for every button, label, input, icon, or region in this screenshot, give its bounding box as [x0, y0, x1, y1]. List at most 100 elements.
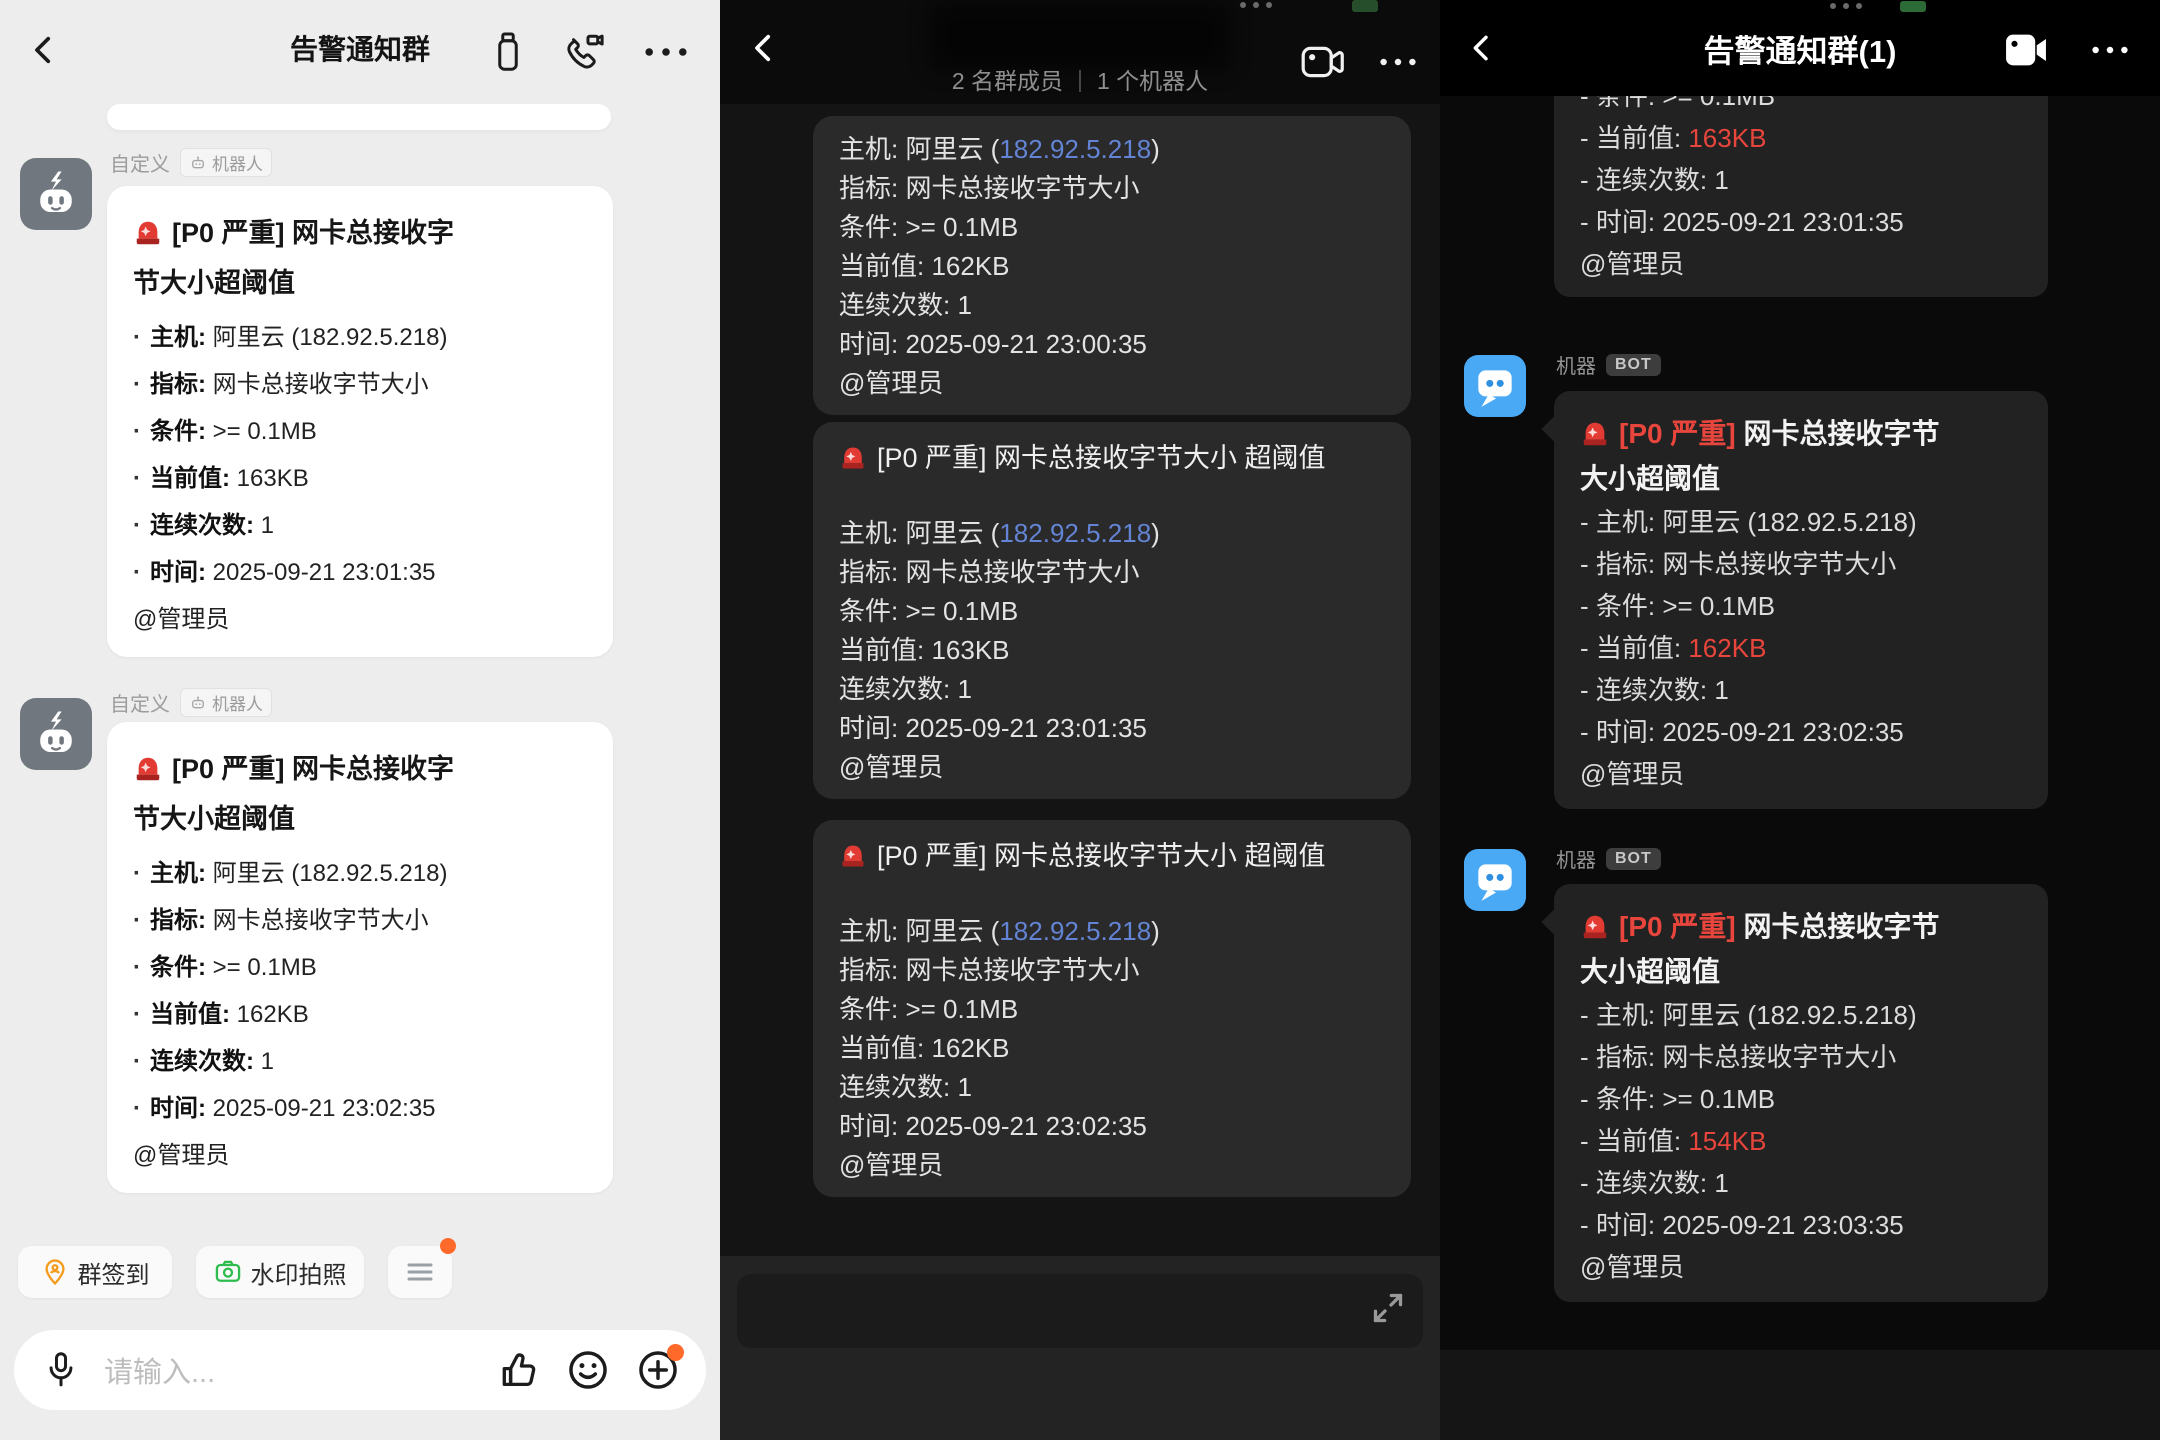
field-count: 连续次数: 1 — [839, 670, 1385, 709]
message-input[interactable] — [737, 1274, 1423, 1348]
more-button[interactable] — [2082, 42, 2138, 58]
location-pin-icon — [41, 1258, 69, 1286]
member-count: 2 名群成员 — [952, 62, 1063, 96]
alert-title: [P0 严重] 网卡总接收字节 — [1580, 904, 2022, 949]
expand-input-button[interactable] — [1368, 1288, 1408, 1328]
sender-row: 自定义 机器人 — [110, 148, 272, 177]
alert-title: [P0 严重] 网卡总接收字节 — [1580, 411, 2022, 456]
chat-header: 告警通知群 — [0, 0, 720, 96]
more-button[interactable] — [638, 40, 694, 64]
alert-message-card: [P0 严重] 网卡总接收字 节大小超阈值 ·主机: 阿里云 (182.92.5… — [107, 186, 613, 657]
field-condition: - 条件: >= 0.1MB — [1580, 585, 2022, 627]
chevron-left-icon — [747, 31, 781, 65]
mention[interactable]: @管理员 — [1580, 753, 2022, 795]
bot-badge: BOT — [1606, 354, 1661, 376]
field-count: ·连续次数: 1 — [133, 1038, 587, 1085]
three-chat-screenshots: 告警通知群 自定义 机器人 — [0, 0, 2160, 1440]
siren-icon — [839, 444, 867, 472]
plus-button[interactable] — [636, 1348, 680, 1392]
field-count: - 连续次数: 1 — [1580, 1162, 2022, 1204]
chevron-left-icon — [27, 33, 61, 67]
field-metric: ·指标: 网卡总接收字节大小 — [133, 361, 587, 408]
field-current-value: - 当前值: 162KB — [1580, 627, 2022, 669]
back-button[interactable] — [1462, 28, 1502, 68]
mention[interactable]: @管理员 — [839, 1146, 1385, 1185]
alert-message-card: [P0 严重] 网卡总接收字节 大小超阈值 - 主机: 阿里云 (182.92.… — [1554, 884, 2048, 1302]
chevron-left-icon — [1466, 32, 1498, 64]
expand-icon — [1368, 1288, 1408, 1328]
field-count: 连续次数: 1 — [839, 286, 1385, 325]
field-host: - 主机: 阿里云 (182.92.5.218) — [1580, 994, 2022, 1036]
mention[interactable]: @管理员 — [133, 1132, 587, 1179]
field-condition: - 条件: >= 0.1MB — [1580, 1078, 2022, 1120]
ellipsis-icon — [642, 45, 690, 59]
right-chat-panel: - 条件: >= 0.1MB - 当前值: 163KB - 连续次数: 1 - … — [1440, 0, 2160, 1440]
bot-badge: 机器人 — [180, 688, 272, 717]
composer-area: @ Aa — [720, 1256, 1440, 1440]
bot-avatar[interactable] — [20, 158, 92, 230]
siren-icon — [1580, 912, 1610, 942]
ip-link[interactable]: 182.92.5.218 — [999, 518, 1151, 548]
middle-chat-panel: 2 名群成员 | 1 个机器人 主机: 阿里云 (182.92.5.218) 指… — [720, 0, 1440, 1440]
field-count: - 连续次数: 1 — [1580, 669, 2022, 711]
back-button[interactable] — [744, 28, 784, 68]
chat-header: 2 名群成员 | 1 个机器人 — [720, 0, 1440, 104]
alert-title: [P0 严重] 网卡总接收字节大小 超阈值 — [839, 436, 1385, 480]
video-call-button[interactable] — [1298, 40, 1350, 84]
bot-avatar[interactable] — [1464, 849, 1526, 911]
chat-bubble-icon — [1470, 855, 1520, 905]
watermark-photo-pill[interactable]: 水印拍照 — [196, 1246, 364, 1298]
sender-name: 自定义 — [110, 148, 170, 177]
sender-name: 机器 — [1556, 350, 1596, 379]
field-time: - 时间: 2025-09-21 23:01:35 — [1580, 201, 2022, 243]
bot-avatar[interactable] — [1464, 355, 1526, 417]
video-call-button[interactable] — [2000, 30, 2052, 70]
alert-message-card: [P0 严重] 网卡总接收字节大小 超阈值 主机: 阿里云 (182.92.5.… — [813, 422, 1411, 799]
robot-badge-icon — [189, 154, 207, 172]
mention[interactable]: @管理员 — [1580, 243, 2022, 285]
field-metric: 指标: 网卡总接收字节大小 — [839, 553, 1385, 592]
field-host: ·主机: 阿里云 (182.92.5.218) — [133, 850, 587, 897]
ip-link[interactable]: 182.92.5.218 — [999, 916, 1151, 946]
mention[interactable]: @管理员 — [839, 748, 1385, 787]
ip-link[interactable]: 182.92.5.218 — [999, 134, 1151, 164]
previous-message-card-partial — [107, 104, 611, 130]
group-checkin-pill[interactable]: 群签到 — [18, 1246, 172, 1298]
more-button[interactable] — [1372, 52, 1424, 72]
message-input-bar: 请输入... — [14, 1330, 706, 1410]
bottle-button[interactable] — [486, 28, 530, 76]
thumbs-up-icon[interactable] — [498, 1349, 540, 1391]
subtitle-divider: | — [1077, 66, 1083, 93]
notification-dot — [667, 1344, 684, 1361]
mention[interactable]: @管理员 — [1580, 1246, 2022, 1288]
field-host: 主机: 阿里云 (182.92.5.218) — [839, 514, 1385, 553]
siren-icon — [133, 754, 163, 784]
bot-avatar[interactable] — [20, 698, 92, 770]
chat-bubble-icon — [1470, 361, 1520, 411]
field-metric: 指标: 网卡总接收字节大小 — [839, 169, 1385, 208]
field-time: 时间: 2025-09-21 23:01:35 — [839, 709, 1385, 748]
alert-message-card: [P0 严重] 网卡总接收字节大小 超阈值 主机: 阿里云 (182.92.5.… — [813, 820, 1411, 1197]
status-bar-artifact — [1240, 2, 1272, 8]
mention[interactable]: @管理员 — [133, 596, 587, 643]
siren-icon — [1580, 419, 1610, 449]
message-input[interactable]: 请输入... — [104, 1349, 472, 1391]
more-tools-pill[interactable] — [388, 1246, 452, 1298]
hamburger-icon — [405, 1260, 435, 1284]
alert-message-card: 主机: 阿里云 (182.92.5.218) 指标: 网卡总接收字节大小 条件:… — [813, 116, 1411, 415]
field-current-value: 当前值: 163KB — [839, 631, 1385, 670]
status-bar-artifact — [1352, 0, 1378, 12]
voice-video-call-button[interactable] — [558, 28, 606, 76]
alert-fields: ·主机: 阿里云 (182.92.5.218) ·指标: 网卡总接收字节大小 ·… — [133, 314, 587, 596]
field-count: ·连续次数: 1 — [133, 502, 587, 549]
back-button[interactable] — [24, 30, 64, 70]
field-metric: - 指标: 网卡总接收字节大小 — [1580, 543, 2022, 585]
mention[interactable]: @管理员 — [839, 364, 1385, 403]
bottle-icon — [490, 30, 526, 74]
chat-header: 告警通知群(1) — [1440, 0, 2160, 96]
mic-icon[interactable] — [44, 1350, 78, 1390]
field-time: 时间: 2025-09-21 23:02:35 — [839, 1107, 1385, 1146]
field-condition: 条件: >= 0.1MB — [839, 592, 1385, 631]
left-chat-panel: 告警通知群 自定义 机器人 — [0, 0, 720, 1440]
emoji-icon[interactable] — [566, 1348, 610, 1392]
